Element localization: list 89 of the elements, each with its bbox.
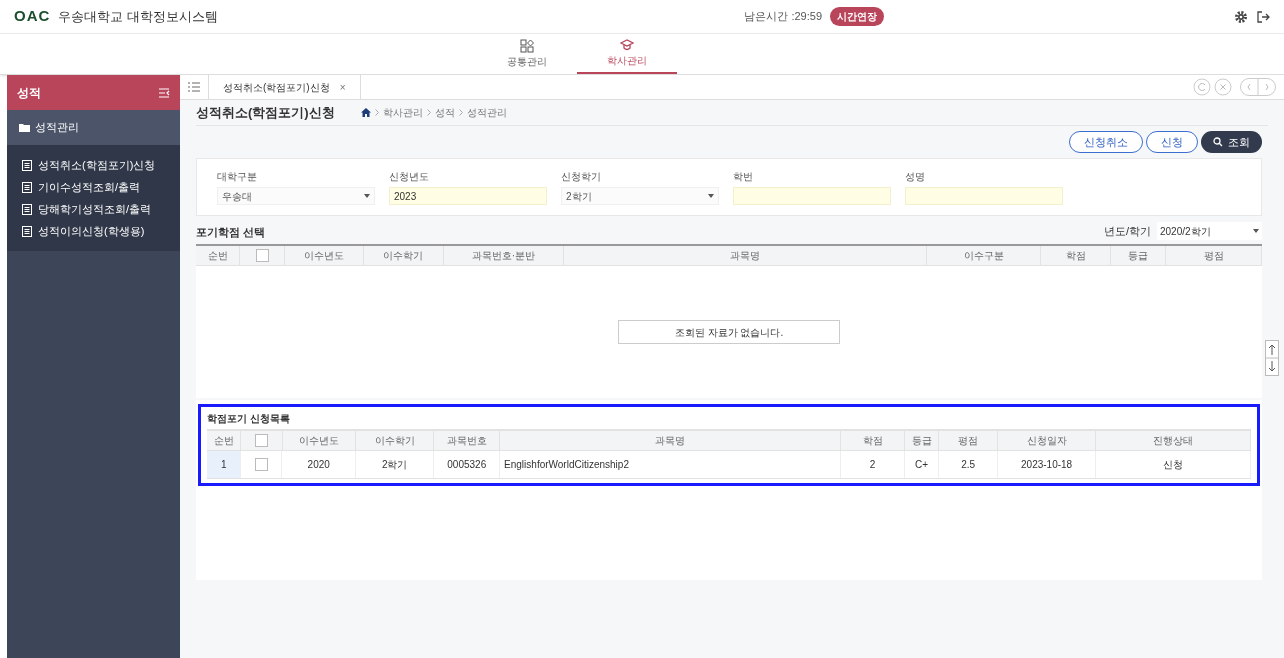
prev-next-icon [1240, 78, 1276, 96]
column-header: 이수구분 [963, 249, 1004, 263]
chevron-icon [426, 109, 431, 116]
column-header: 순번 [213, 434, 234, 448]
table-cell-text: 2023-10-18 [1021, 458, 1073, 472]
column-header: 평점 [958, 434, 979, 448]
sidebar-item[interactable]: 성적이의신청(학생용) [38, 222, 145, 240]
extend-time-button[interactable]: 시간연장 [830, 7, 884, 26]
graduation-cap-icon [620, 38, 634, 52]
term-select[interactable]: 2020/2학기 [1157, 222, 1262, 240]
checkbox[interactable] [255, 249, 269, 262]
column-header: 등급 [1128, 249, 1149, 263]
sidebar-group: 성적관리 [35, 119, 79, 136]
column-header: 과목번호 [446, 434, 487, 448]
column-header: 과목번호·분반 [471, 249, 536, 263]
folder-icon [19, 123, 30, 132]
column-header: 과목명 [655, 434, 686, 448]
list-icon [188, 82, 200, 92]
caret-icon [364, 194, 370, 198]
search-button[interactable]: 조회 [1201, 131, 1262, 153]
field-label: 학번 [733, 170, 754, 184]
breadcrumb-item[interactable]: 성적관리 [466, 105, 507, 120]
checkbox[interactable] [254, 434, 268, 447]
column-header: 이수학기 [374, 434, 415, 448]
page-tab[interactable]: 성적취소(학점포기)신청 [223, 79, 330, 95]
action-button[interactable]: 신청 [1146, 131, 1198, 153]
scroll-buttons[interactable] [1265, 340, 1279, 376]
chevron-icon [374, 109, 379, 116]
caret-icon [1253, 229, 1259, 233]
column-header: 학점 [1065, 249, 1086, 263]
table-cell-text: 2 [869, 458, 876, 472]
page-title: 성적취소(학점포기)신청 [196, 103, 335, 122]
section-title: 학점포기 신청목록 [207, 411, 291, 426]
section-title: 포기학점 선택 [196, 224, 266, 240]
field-label: 년도/학기 [1103, 223, 1151, 239]
table-cell: 1 [207, 451, 242, 478]
field-label: 신청년도 [389, 170, 430, 184]
remaining-time: 남은시간 :29:59 [744, 9, 822, 25]
input-field[interactable]: 2023 [389, 187, 547, 205]
search-icon [1213, 137, 1223, 147]
table-cell-text: 0005326 [447, 458, 487, 472]
action-button[interactable]: 신청취소 [1069, 131, 1143, 153]
column-header: 이수년도 [298, 434, 339, 448]
table-cell-text: EnglishforWorldCitizenship2 [504, 458, 629, 472]
select-field[interactable]: 2학기 [561, 187, 719, 205]
breadcrumb-item[interactable]: 학사관리 [382, 105, 423, 120]
document-icon [22, 203, 32, 215]
close-icon [1214, 78, 1232, 96]
caret-icon [708, 194, 714, 198]
column-header: 등급 [911, 434, 932, 448]
field-label: 성명 [905, 170, 926, 184]
column-header: 과목명 [729, 249, 760, 263]
field-label: 대학구분 [217, 170, 258, 184]
table-cell-text: 2.5 [961, 458, 976, 472]
logout-icon [1256, 9, 1270, 24]
sidebar-item[interactable]: 기이수성적조회/출력 [38, 178, 141, 196]
document-icon [22, 225, 32, 237]
table-cell-text: 신청 [1163, 458, 1184, 472]
menu-tab[interactable]: 공통관리 [477, 34, 577, 74]
document-icon [22, 181, 32, 193]
column-header: 순번 [207, 249, 228, 263]
column-header: 진행상태 [1153, 434, 1194, 448]
logo: OAC [14, 6, 51, 27]
chevron-icon [458, 109, 463, 116]
system-title: 우송대학교 대학정보시스템 [58, 7, 218, 26]
breadcrumb-item[interactable]: 성적 [434, 105, 455, 120]
sidebar-item[interactable]: 성적취소(학점포기)신청 [38, 156, 156, 174]
input-field[interactable] [905, 187, 1063, 205]
settings-icon [1234, 9, 1248, 24]
column-header: 평점 [1203, 249, 1224, 263]
column-header: 학점 [862, 434, 883, 448]
document-icon [22, 159, 32, 171]
sidebar-item[interactable]: 당해학기성적조회/출력 [38, 200, 152, 218]
table-cell-text: 2020 [307, 458, 330, 472]
grid-icon [520, 39, 534, 53]
close-tab-button[interactable]: × [339, 79, 346, 95]
column-header: 신청일자 [1026, 434, 1067, 448]
input-field[interactable] [733, 187, 891, 205]
home-icon [360, 108, 371, 117]
field-label: 신청학기 [561, 170, 602, 184]
select-field[interactable]: 우송대 [217, 187, 375, 205]
collapse-menu-icon [158, 87, 170, 98]
table-cell-text: C+ [915, 458, 929, 472]
empty-message: 조회된 자료가 없습니다. [618, 320, 840, 344]
column-header: 이수학기 [383, 249, 424, 263]
checkbox[interactable] [254, 458, 268, 471]
column-header: 이수년도 [303, 249, 344, 263]
sidebar-title: 성적 [17, 84, 41, 102]
table-cell-text: 2학기 [381, 458, 408, 472]
